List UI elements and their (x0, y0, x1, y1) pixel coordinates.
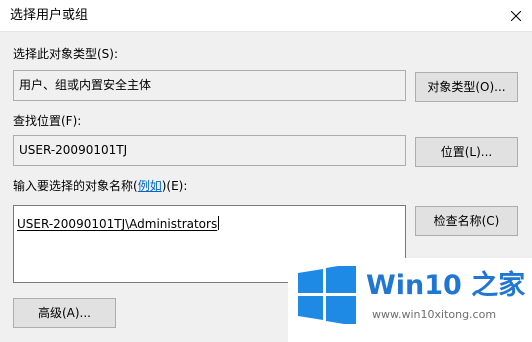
close-button[interactable] (500, 0, 532, 32)
advanced-button[interactable]: 高级(A)... (13, 298, 116, 328)
object-names-label-prefix: 输入要选择的对象名称( (13, 179, 138, 193)
watermark-brand: Win10 之家 (366, 270, 526, 301)
location-label: 查找位置(F): (13, 114, 82, 128)
object-type-label: 选择此对象类型(S): (13, 47, 119, 61)
window-title: 选择用户或组 (10, 8, 89, 23)
windows-logo-icon (298, 266, 356, 324)
watermark: Win10 之家 www.win10xitong.com (288, 258, 532, 342)
object-names-label: 输入要选择的对象名称(例如)(E): (13, 179, 187, 193)
object-types-button[interactable]: 对象类型(O)... (415, 72, 518, 102)
location-field: USER-20090101TJ (13, 135, 406, 166)
watermark-url: www.win10xitong.com (372, 308, 497, 321)
object-names-label-suffix: )(E): (161, 179, 188, 193)
close-icon (511, 11, 521, 21)
object-type-field: 用户、组或内置安全主体 (13, 70, 406, 101)
locations-button[interactable]: 位置(L)... (415, 137, 518, 167)
text-caret (218, 216, 220, 230)
object-names-entry: USER-20090101TJ\Administrators (17, 217, 218, 231)
check-names-button[interactable]: 检查名称(C) (415, 206, 518, 236)
examples-link[interactable]: 例如 (138, 179, 162, 193)
title-bar: 选择用户或组 (0, 0, 532, 32)
